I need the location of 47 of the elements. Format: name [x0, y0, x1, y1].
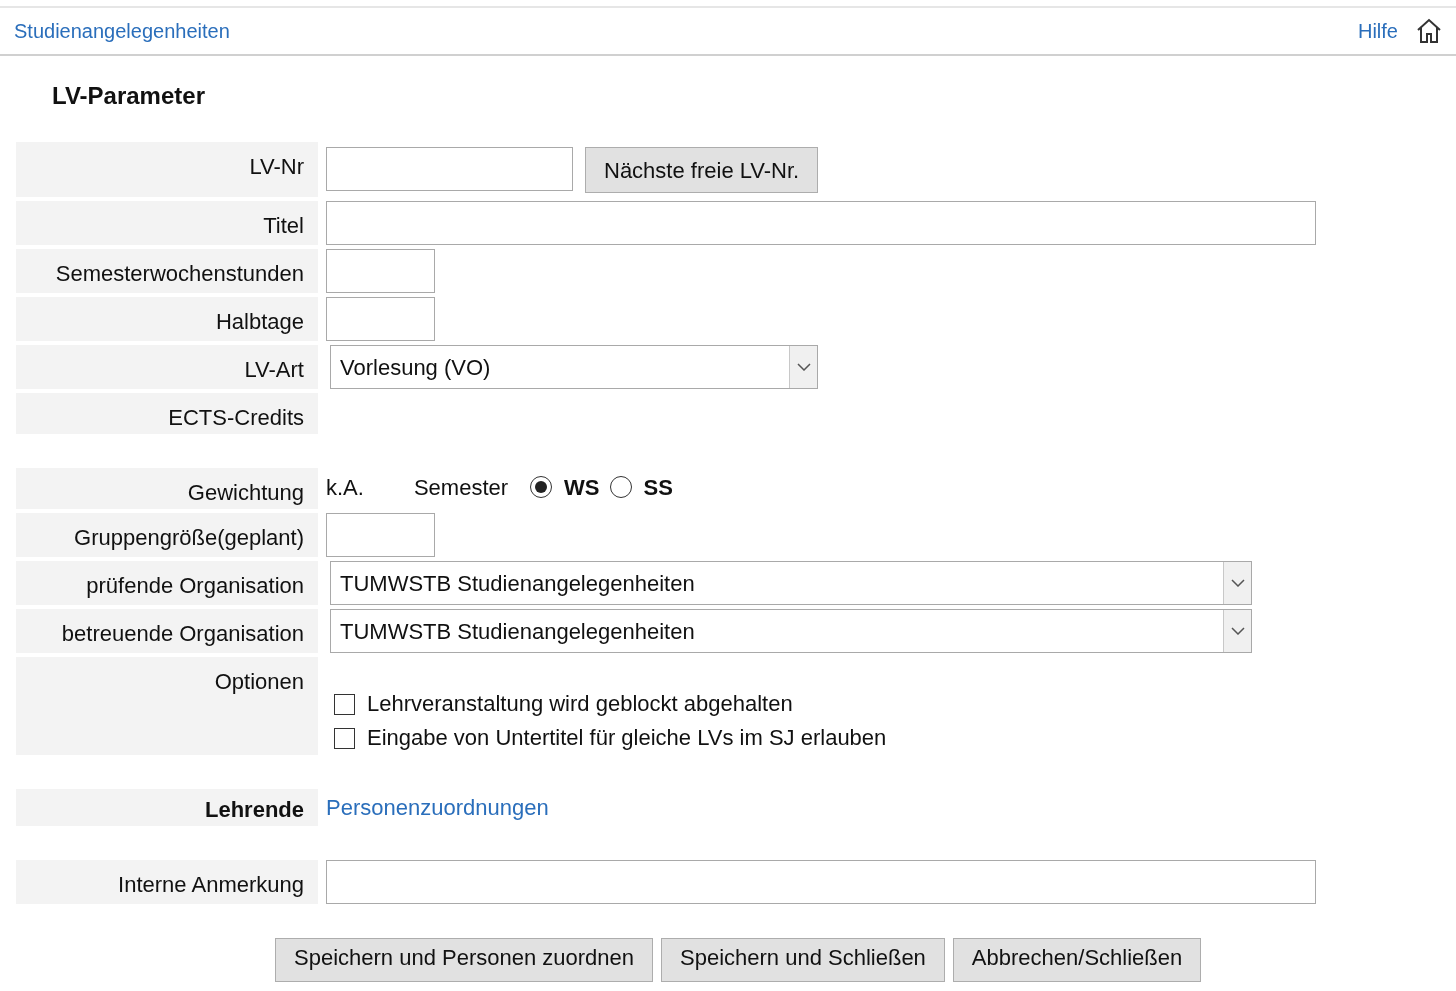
action-button[interactable]: Speichern und Personen zuordnen	[275, 938, 654, 982]
checkbox[interactable]	[334, 693, 355, 715]
chevron-down-icon	[796, 363, 811, 371]
field-label: Halbtage	[16, 297, 318, 341]
assignments-link[interactable]: Personenzuordnungen	[326, 795, 549, 820]
input-field[interactable]	[326, 513, 435, 557]
select-field[interactable]: TUMWSTB Studienangelegenheiten	[330, 609, 1252, 653]
checkbox[interactable]	[334, 727, 355, 749]
next-free-number-button[interactable]: Nächste freie LV-Nr.	[585, 147, 819, 193]
field-label: LV-Art	[16, 345, 318, 389]
home-icon[interactable]	[1416, 18, 1442, 44]
select-field[interactable]: TUMWSTB Studienangelegenheiten	[330, 561, 1252, 605]
action-button[interactable]: Abbrechen/Schließen	[952, 938, 1202, 982]
field-label: Titel	[16, 201, 318, 245]
breadcrumb-link[interactable]: Studienangelegenheiten	[14, 16, 230, 46]
checkbox-label: Lehrveranstaltung wird geblockt abgehalten	[367, 691, 793, 717]
field-label: Lehrende	[16, 789, 318, 826]
action-button[interactable]: Speichern und Schließen	[661, 938, 945, 982]
dropdown-button[interactable]	[789, 346, 817, 388]
weighting-value: k.A.	[326, 473, 364, 502]
field-label: betreuende Organisation	[16, 609, 318, 653]
dropdown-button[interactable]	[1223, 610, 1251, 652]
field-label: Gruppengröße(geplant)	[16, 513, 318, 557]
field-label: Optionen	[16, 657, 318, 755]
chevron-down-icon	[1230, 579, 1245, 587]
chevron-down-icon	[1230, 627, 1245, 635]
field-label: Gewichtung	[16, 468, 318, 509]
page-title: LV-Parameter	[52, 81, 206, 111]
help-link[interactable]: Hilfe	[1358, 16, 1398, 46]
input-field[interactable]	[326, 201, 1316, 245]
field-label: LV-Nr	[16, 142, 318, 197]
radio-button[interactable]	[530, 476, 553, 498]
input-field[interactable]	[326, 147, 573, 191]
radio-label: SS	[643, 473, 673, 502]
input-field[interactable]	[326, 249, 435, 293]
radio-button[interactable]	[609, 476, 632, 498]
select-field[interactable]: Vorlesung (VO)	[330, 345, 818, 389]
field-label: ECTS-Credits	[16, 393, 318, 434]
radio-label: WS	[564, 473, 600, 502]
field-label: Semesterwochenstunden	[16, 249, 318, 293]
field-label: Interne Anmerkung	[16, 860, 318, 904]
input-field[interactable]	[326, 860, 1316, 904]
dropdown-button[interactable]	[1223, 562, 1251, 604]
input-field[interactable]	[326, 297, 435, 341]
field-label: prüfende Organisation	[16, 561, 318, 605]
semester-label: Semester	[413, 473, 509, 502]
checkbox-label: Eingabe von Untertitel für gleiche LVs im SJ erlauben	[367, 725, 887, 751]
